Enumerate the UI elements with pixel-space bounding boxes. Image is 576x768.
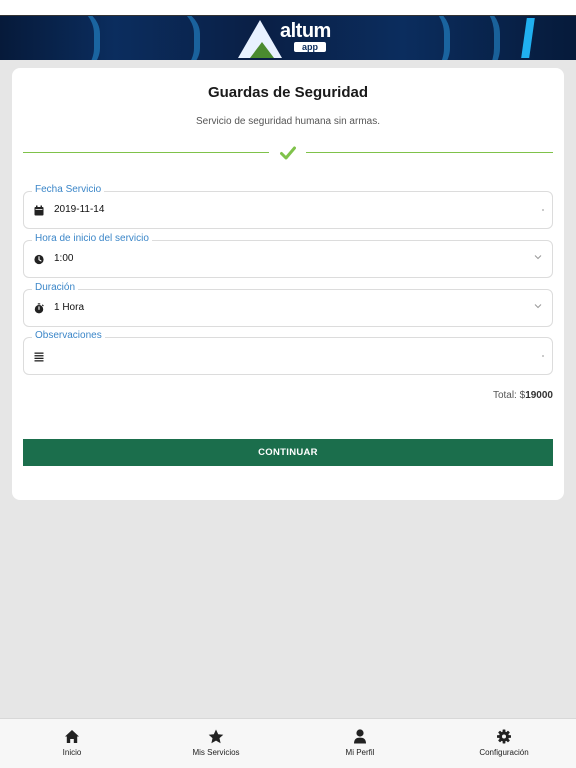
total-label: Total: $ [492,390,526,401]
duration-select[interactable]: Duración 1 Hora [23,282,553,327]
tab-mis-servicios[interactable]: Mis Servicios [144,719,288,768]
field-indicator [542,355,544,357]
duration-value: 1 Hora [54,302,85,313]
continue-button[interactable]: CONTINUAR [23,439,553,466]
start-time-select[interactable]: Hora de inicio del servicio 1:00 [23,233,553,278]
banner-stripe [440,16,500,60]
app-logo: altum app [236,16,346,60]
page-title: Guardas de Seguridad [207,84,369,101]
clock-icon [34,254,44,265]
banner-accent [521,18,535,58]
service-card [12,68,564,500]
tab-label: Configuración [479,748,529,757]
bottom-tab-bar: Inicio Mis Servicios Mi Perfil Configura… [0,718,576,768]
tab-label: Mi Perfil [345,748,375,757]
user-icon [354,729,366,744]
field-indicator [542,209,544,211]
start-time-value: 1:00 [54,253,74,264]
chevron-down-icon [534,304,542,309]
logo-sub: app [294,42,327,52]
chevron-down-icon [534,255,542,260]
logo-triangle-green [250,42,274,58]
duration-label: Duración [32,282,79,293]
tab-label: Inicio [62,748,82,757]
home-icon [65,730,79,743]
banner-stripe [20,16,100,60]
observations-label: Observaciones [32,330,105,341]
stopwatch-icon [34,303,44,314]
tab-configuracion[interactable]: Configuración [432,719,576,768]
status-bar [0,0,576,16]
divider [306,152,553,153]
service-description: Servicio de seguridad humana sin armas. [196,116,380,127]
divider [23,152,269,153]
date-value: 2019-11-14 [54,204,105,215]
calendar-icon [34,205,44,216]
start-time-label: Hora de inicio del servicio [32,233,152,244]
tab-label: Mis Servicios [192,748,240,757]
date-field-label: Fecha Servicio [32,184,105,195]
banner-stripe [110,16,200,60]
tab-mi-perfil[interactable]: Mi Perfil [288,719,432,768]
total-amount: 19000 [525,390,553,401]
total-price: Total: $19000 [493,390,553,401]
check-icon [280,146,296,160]
tab-inicio[interactable]: Inicio [0,719,144,768]
gear-icon [497,729,511,744]
star-icon [208,729,224,744]
date-field[interactable]: Fecha Servicio 2019-11-14 [23,184,553,229]
observations-field[interactable]: Observaciones [23,330,553,375]
list-icon [34,352,44,362]
header-banner: altum app [0,16,576,60]
logo-word: altum [280,20,331,42]
